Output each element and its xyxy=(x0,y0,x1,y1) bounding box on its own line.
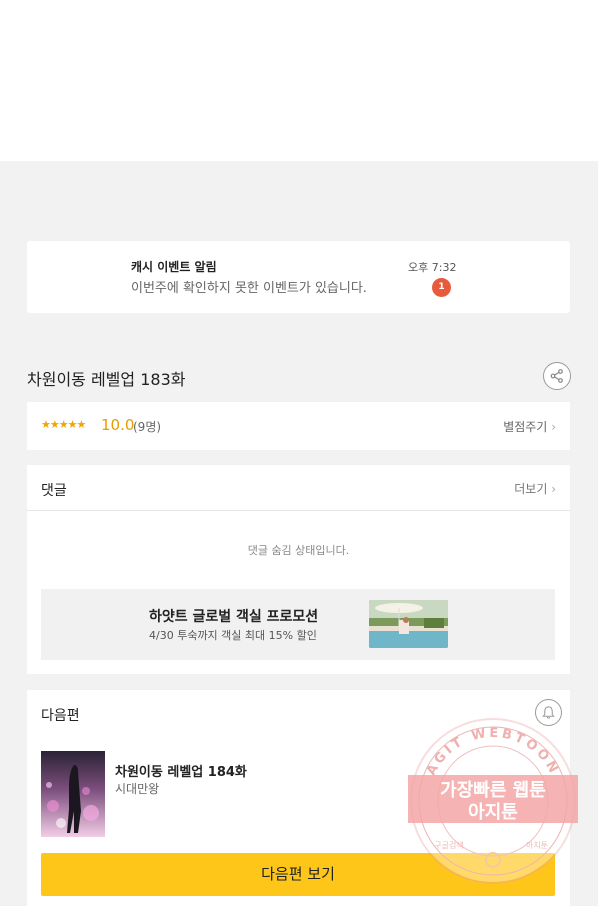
top-blank-area xyxy=(0,0,598,161)
notification-badge: 1 xyxy=(432,278,451,297)
rating-stars: ★★★★★ xyxy=(41,418,86,431)
next-episode-label: 다음편 xyxy=(41,708,80,724)
next-episode-title[interactable]: 차원이동 레벨업 184화 xyxy=(115,761,247,780)
share-icon xyxy=(550,369,563,383)
comments-section: 댓글 더보기 › 댓글 숨김 상태입니다. 하얏트 글로벌 객실 프로모션 4/… xyxy=(27,465,570,674)
notify-button[interactable] xyxy=(535,699,562,726)
notification-card[interactable]: 캐시 이벤트 알림 이번주에 확인하지 못한 이벤트가 있습니다. 오후 7:3… xyxy=(27,241,570,313)
share-button[interactable] xyxy=(543,362,571,390)
promo-image xyxy=(369,600,448,648)
next-episode-button[interactable]: 다음편 보기 xyxy=(41,853,555,896)
notification-time: 오후 7:32 xyxy=(408,261,457,274)
comments-label: 댓글 xyxy=(41,483,67,499)
next-episode-author: 시대만왕 xyxy=(115,782,160,796)
promo-subtitle: 4/30 투숙까지 객실 최대 15% 할인 xyxy=(149,629,317,642)
comments-more-button[interactable]: 더보기 › xyxy=(514,480,556,497)
next-episode-thumbnail[interactable] xyxy=(41,751,105,837)
chevron-right-icon: › xyxy=(551,482,556,496)
episode-title: 차원이동 레벨업 183화 xyxy=(27,370,186,389)
comments-header: 댓글 더보기 › xyxy=(27,465,570,511)
chevron-right-icon: › xyxy=(551,420,556,434)
promo-title: 하얏트 글로벌 객실 프로모션 xyxy=(149,609,319,625)
comments-hidden-notice: 댓글 숨김 상태입니다. xyxy=(247,544,350,557)
notification-title: 캐시 이벤트 알림 xyxy=(131,260,217,274)
promo-banner[interactable]: 하얏트 글로벌 객실 프로모션 4/30 투숙까지 객실 최대 15% 할인 xyxy=(41,589,555,660)
rate-button[interactable]: 별점주기 › xyxy=(503,418,556,435)
rating-votes: (9명) xyxy=(133,420,162,434)
rating-score: 10.0 xyxy=(101,416,135,434)
bell-icon xyxy=(542,706,555,719)
rate-button-label: 별점주기 xyxy=(503,420,548,434)
comments-more-label: 더보기 xyxy=(514,482,548,496)
next-episode-section: 다음편 차원이동 레벨업 184화 시대만왕 다음편 보기 xyxy=(27,690,570,906)
rating-bar: ★★★★★ 10.0 (9명) 별점주기 › xyxy=(27,402,570,450)
notification-message: 이번주에 확인하지 못한 이벤트가 있습니다. xyxy=(131,281,367,296)
